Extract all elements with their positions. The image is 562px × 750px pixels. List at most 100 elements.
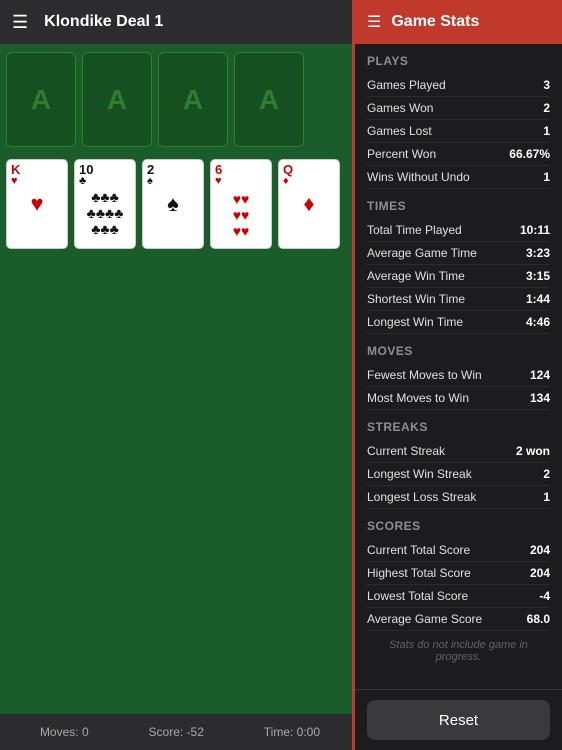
card-rank: 10: [79, 163, 131, 176]
label-current-streak: Current Streak: [367, 444, 445, 458]
label-games-won: Games Won: [367, 101, 433, 115]
row-games-lost: Games Lost 1: [367, 120, 550, 143]
row-longest-win-time: Longest Win Time 4:46: [367, 311, 550, 334]
row-longest-loss-streak: Longest Loss Streak 1: [367, 486, 550, 509]
stats-body: Plays Games Played 3 Games Won 2 Games L…: [355, 44, 562, 689]
value-longest-win-time: 4:46: [526, 315, 550, 329]
card-center: ♣♣♣♣♣♣♣♣♣♣: [79, 189, 131, 237]
row-total-time: Total Time Played 10:11: [367, 219, 550, 242]
value-total-time: 10:11: [520, 223, 550, 237]
ace-slot-3[interactable]: A: [158, 52, 228, 147]
label-lowest-score: Lowest Total Score: [367, 589, 468, 603]
bottom-bar: Moves: 0 Score: -52 Time: 0:00: [0, 714, 360, 750]
value-avg-game-time: 3:23: [526, 246, 550, 260]
card-suit: ♠: [147, 176, 199, 187]
row-lowest-score: Lowest Total Score -4: [367, 585, 550, 608]
ace-slot-1[interactable]: A: [6, 52, 76, 147]
card-center: ♦: [283, 191, 335, 217]
stats-header: ☰ Game Stats: [355, 0, 562, 44]
value-wins-without-undo: 1: [543, 170, 550, 184]
tableau-col-3: 2 ♠ ♠: [142, 159, 204, 249]
card-suit: ♥: [215, 176, 267, 187]
row-games-won: Games Won 2: [367, 97, 550, 120]
score-stat: Score: -52: [149, 725, 204, 739]
value-games-won: 2: [543, 101, 550, 115]
row-percent-won: Percent Won 66.67%: [367, 143, 550, 166]
stats-menu-icon[interactable]: ☰: [367, 12, 381, 32]
card-6-hearts[interactable]: 6 ♥ ♥♥♥♥♥♥: [210, 159, 272, 249]
row-current-streak: Current Streak 2 won: [367, 440, 550, 463]
card-center: ♥: [11, 191, 63, 217]
value-avg-win-time: 3:15: [526, 269, 550, 283]
value-percent-won: 66.67%: [509, 147, 550, 161]
section-times-title: Times: [367, 199, 550, 213]
card-2-spades[interactable]: 2 ♠ ♠: [142, 159, 204, 249]
value-current-score: 204: [530, 543, 550, 557]
value-current-streak: 2 won: [516, 444, 550, 458]
stats-title: Game Stats: [391, 13, 479, 31]
menu-icon[interactable]: ☰: [12, 12, 28, 33]
label-avg-game-time: Average Game Time: [367, 246, 477, 260]
card-center: ♥♥♥♥♥♥: [215, 191, 267, 239]
card-suit: ♣: [79, 176, 131, 187]
value-fewest-moves: 124: [530, 368, 550, 382]
stats-footer: Reset: [355, 689, 562, 750]
label-highest-score: Highest Total Score: [367, 566, 471, 580]
section-plays-title: Plays: [367, 54, 550, 68]
card-10-clubs[interactable]: 10 ♣ ♣♣♣♣♣♣♣♣♣♣: [74, 159, 136, 249]
label-games-lost: Games Lost: [367, 124, 432, 138]
tableau-col-4: 6 ♥ ♥♥♥♥♥♥: [210, 159, 272, 249]
section-moves-title: Moves: [367, 344, 550, 358]
time-stat: Time: 0:00: [264, 725, 320, 739]
row-games-played: Games Played 3: [367, 74, 550, 97]
section-scores-title: Scores: [367, 519, 550, 533]
tableau-col-5: Q ♦ ♦: [278, 159, 340, 249]
card-king-hearts[interactable]: K ♥ ♥: [6, 159, 68, 249]
label-total-time: Total Time Played: [367, 223, 462, 237]
card-suit: ♥: [11, 176, 63, 187]
row-shortest-win-time: Shortest Win Time 1:44: [367, 288, 550, 311]
card-suit: ♦: [283, 176, 335, 187]
value-most-moves: 134: [530, 391, 550, 405]
label-most-moves: Most Moves to Win: [367, 391, 469, 405]
label-avg-win-time: Average Win Time: [367, 269, 465, 283]
ace-slot-4[interactable]: A: [234, 52, 304, 147]
card-rank: 6: [215, 163, 267, 176]
moves-stat: Moves: 0: [40, 725, 89, 739]
row-wins-without-undo: Wins Without Undo 1: [367, 166, 550, 189]
tableau-col-1: K ♥ ♥: [6, 159, 68, 249]
value-games-played: 3: [543, 78, 550, 92]
label-percent-won: Percent Won: [367, 147, 436, 161]
value-shortest-win-time: 1:44: [526, 292, 550, 306]
ace-slot-2[interactable]: A: [82, 52, 152, 147]
section-streaks-title: Streaks: [367, 420, 550, 434]
label-wins-without-undo: Wins Without Undo: [367, 170, 470, 184]
row-longest-win-streak: Longest Win Streak 2: [367, 463, 550, 486]
tableau-col-2: 10 ♣ ♣♣♣♣♣♣♣♣♣♣: [74, 159, 136, 249]
reset-button[interactable]: Reset: [367, 700, 550, 740]
card-queen-diamonds[interactable]: Q ♦ ♦: [278, 159, 340, 249]
row-current-score: Current Total Score 204: [367, 539, 550, 562]
value-highest-score: 204: [530, 566, 550, 580]
value-lowest-score: -4: [539, 589, 550, 603]
card-center: ♠: [147, 191, 199, 217]
value-longest-win-streak: 2: [543, 467, 550, 481]
label-games-played: Games Played: [367, 78, 446, 92]
label-longest-win-streak: Longest Win Streak: [367, 467, 472, 481]
stats-panel: ☰ Game Stats Plays Games Played 3 Games …: [352, 0, 562, 750]
label-longest-win-time: Longest Win Time: [367, 315, 463, 329]
row-highest-score: Highest Total Score 204: [367, 562, 550, 585]
label-fewest-moves: Fewest Moves to Win: [367, 368, 482, 382]
row-fewest-moves: Fewest Moves to Win 124: [367, 364, 550, 387]
label-longest-loss-streak: Longest Loss Streak: [367, 490, 476, 504]
value-longest-loss-streak: 1: [543, 490, 550, 504]
row-avg-score: Average Game Score 68.0: [367, 608, 550, 631]
stats-note: Stats do not include game in progress.: [367, 631, 550, 671]
label-current-score: Current Total Score: [367, 543, 470, 557]
row-most-moves: Most Moves to Win 134: [367, 387, 550, 410]
card-rank: Q: [283, 163, 335, 176]
value-avg-score: 68.0: [527, 612, 550, 626]
label-shortest-win-time: Shortest Win Time: [367, 292, 465, 306]
card-rank: K: [11, 163, 63, 176]
value-games-lost: 1: [543, 124, 550, 138]
